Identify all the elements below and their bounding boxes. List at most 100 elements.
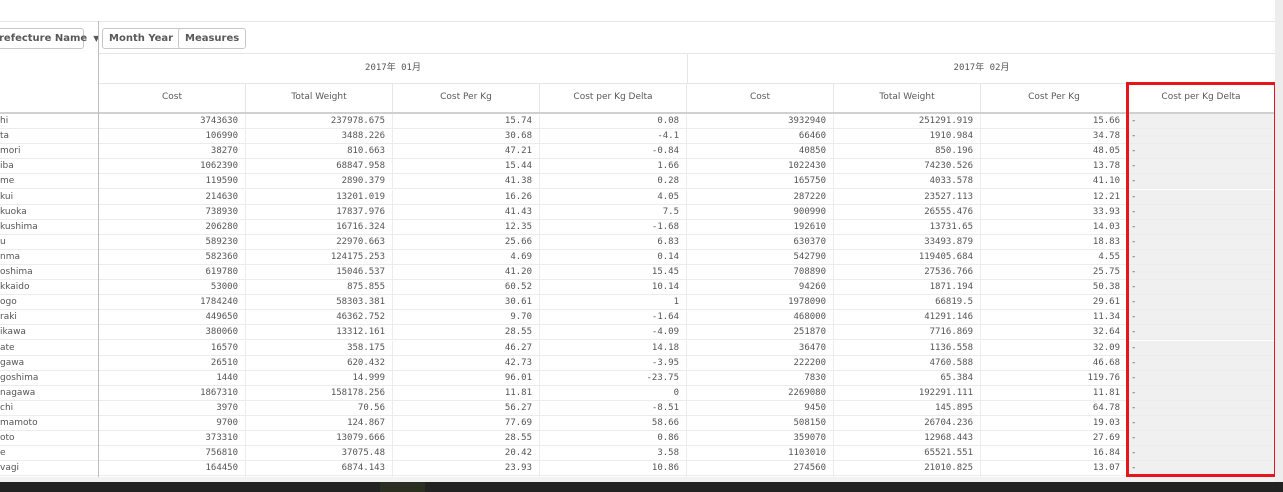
table-row: me 119590 2890.379 41.38 0.28 165750 4033.578 4… [0, 174, 1275, 190]
value-cell: 37075.48 [246, 446, 393, 461]
prefecture-name-cell[interactable]: nagawa [0, 386, 98, 400]
cost-per-kg-delta-cell: - [1128, 144, 1275, 159]
table-row: goshima 1440 14.999 96.01 -23.75 7830 65.384 11… [0, 370, 1275, 386]
prefecture-name-cell[interactable]: goshima [0, 371, 98, 385]
prefecture-name-cell[interactable]: chi [0, 401, 98, 415]
prefecture-name-cell[interactable]: iba [0, 159, 98, 173]
value-cell: 13731.65 [834, 219, 981, 234]
prefecture-name-cell[interactable]: ogo [0, 295, 98, 309]
value-cell: 287220 [687, 189, 834, 204]
value-cell: -1.68 [540, 219, 687, 234]
value-cell: -0.84 [540, 144, 687, 159]
value-cell: 12.21 [981, 189, 1128, 204]
prefecture-name-cell[interactable]: kuoka [0, 205, 98, 219]
value-cell: 27.69 [981, 431, 1128, 446]
value-cell: 1136.558 [834, 340, 981, 355]
value-cell: -4.1 [540, 129, 687, 144]
value-cell: 18.83 [981, 234, 1128, 249]
table-row: raki 449650 46362.752 9.70 -1.64 468000 41291.… [0, 310, 1275, 326]
cost-per-kg-delta-cell: - [1128, 370, 1275, 385]
prefecture-name-cell[interactable]: me [0, 174, 98, 188]
value-cell: 3970 [99, 400, 246, 415]
value-cell: 15.66 [981, 114, 1128, 128]
value-cell: 192610 [687, 219, 834, 234]
prefecture-name-cell[interactable]: raki [0, 310, 98, 324]
cost-per-kg-delta-cell: - [1128, 265, 1275, 279]
measures-button[interactable]: Measures [178, 28, 247, 49]
value-cell: 0.86 [540, 431, 687, 446]
value-cell: -1.64 [540, 310, 687, 325]
prefecture-name-cell[interactable]: hi [0, 114, 98, 128]
prefecture-name-cell[interactable]: mamoto [0, 416, 98, 430]
table-row: ikawa 380060 13312.161 28.55 -4.09 251870 7716… [0, 325, 1275, 341]
value-cell: 80.84 [393, 476, 540, 477]
prefecture-name-cell[interactable]: oto [0, 431, 98, 445]
value-cell: 46362.752 [246, 310, 393, 325]
cost-per-kg-delta-cell: - [1128, 310, 1275, 325]
value-cell: 22970.663 [246, 234, 393, 249]
value-cell: 34.78 [981, 129, 1128, 144]
value-cell: 900990 [687, 204, 834, 219]
value-cell: 26555.476 [834, 204, 981, 219]
prefecture-name-cell[interactable]: kkaido [0, 280, 98, 294]
prefecture-name-cell[interactable]: kushima [0, 220, 98, 234]
month-header-feb[interactable]: 2017年 02月 [688, 53, 1275, 83]
month-header-jan[interactable]: 2017年 01月 [99, 53, 688, 83]
column-header-total-weight[interactable]: Total Weight [834, 83, 981, 112]
prefecture-name-cell[interactable]: oshima [0, 265, 98, 279]
column-header-cost[interactable]: Cost [99, 83, 246, 112]
value-cell: 4.55 [981, 249, 1128, 264]
cost-per-kg-delta-cell: - [1128, 174, 1275, 189]
value-cell: 15.44 [393, 159, 540, 174]
value-cell: 40850 [687, 144, 834, 159]
prefecture-name-cell[interactable]: e [0, 446, 98, 460]
value-cell: 41291.146 [834, 310, 981, 325]
cost-per-kg-delta-cell: - [1128, 416, 1275, 430]
value-cell: 60.52 [393, 280, 540, 295]
prefecture-name-cell[interactable]: ikawa [0, 325, 98, 339]
value-cell: 9450 [687, 400, 834, 415]
value-cell: 19.03 [981, 416, 1128, 430]
value-cell: 542790 [687, 249, 834, 264]
cost-per-kg-delta-cell: - [1128, 159, 1275, 174]
table-row: kui 214630 13201.019 16.26 4.05 287220 23527.1… [0, 189, 1275, 205]
value-cell: 359070 [687, 431, 834, 446]
prefecture-name-cell[interactable]: mori [0, 144, 98, 158]
cost-per-kg-delta-cell: - [1128, 325, 1275, 340]
table-row: vagi 164450 6874.143 23.93 10.86 274560 21010.… [0, 461, 1275, 477]
value-cell: 1.66 [540, 159, 687, 174]
value-cell: 4760.588 [834, 355, 981, 370]
prefecture-name-cell[interactable]: yazaki [0, 476, 98, 477]
column-header-total-weight[interactable]: Total Weight [246, 83, 393, 112]
value-cell: 1440 [99, 370, 246, 385]
prefecture-name-cell[interactable]: ate [0, 341, 98, 355]
column-header-cost[interactable]: Cost [687, 83, 834, 112]
value-cell: 25.75 [981, 265, 1128, 279]
prefecture-name-cell[interactable]: gawa [0, 356, 98, 370]
value-cell: 41.43 [393, 204, 540, 219]
value-cell: 65521.551 [834, 446, 981, 461]
column-header-cost-per-kg-delta[interactable]: Cost per Kg Delta [540, 83, 687, 112]
value-cell: 28420 [687, 476, 834, 477]
prefecture-name-dimension-button[interactable]: refecture Name ▼ [0, 28, 99, 49]
value-cell: 65.384 [834, 370, 981, 385]
prefecture-name-cell[interactable]: kui [0, 190, 98, 204]
prefecture-name-cell[interactable]: ta [0, 129, 98, 143]
value-cell: 810.663 [246, 144, 393, 159]
column-header-cost-per-kg[interactable]: Cost Per Kg [393, 83, 540, 112]
prefecture-name-cell[interactable]: u [0, 235, 98, 249]
cost-per-kg-delta-cell: - [1128, 129, 1275, 144]
value-cell: 1784240 [99, 295, 246, 310]
value-cell: 15.74 [393, 114, 540, 128]
value-cell: 22.81 [540, 476, 687, 477]
value-cell: 6874.143 [246, 461, 393, 476]
column-header-cost-per-kg-delta[interactable]: Cost per Kg Delta [1128, 83, 1275, 112]
scrollbar-track[interactable] [1275, 0, 1283, 482]
value-cell: 10.86 [540, 461, 687, 476]
value-cell: 94260 [687, 280, 834, 295]
value-cell: 70.56 [246, 400, 393, 415]
prefecture-name-cell[interactable]: nma [0, 250, 98, 264]
prefecture-name-cell[interactable]: vagi [0, 461, 98, 475]
column-header-cost-per-kg[interactable]: Cost Per Kg [981, 83, 1128, 112]
value-cell: 30.61 [393, 295, 540, 310]
